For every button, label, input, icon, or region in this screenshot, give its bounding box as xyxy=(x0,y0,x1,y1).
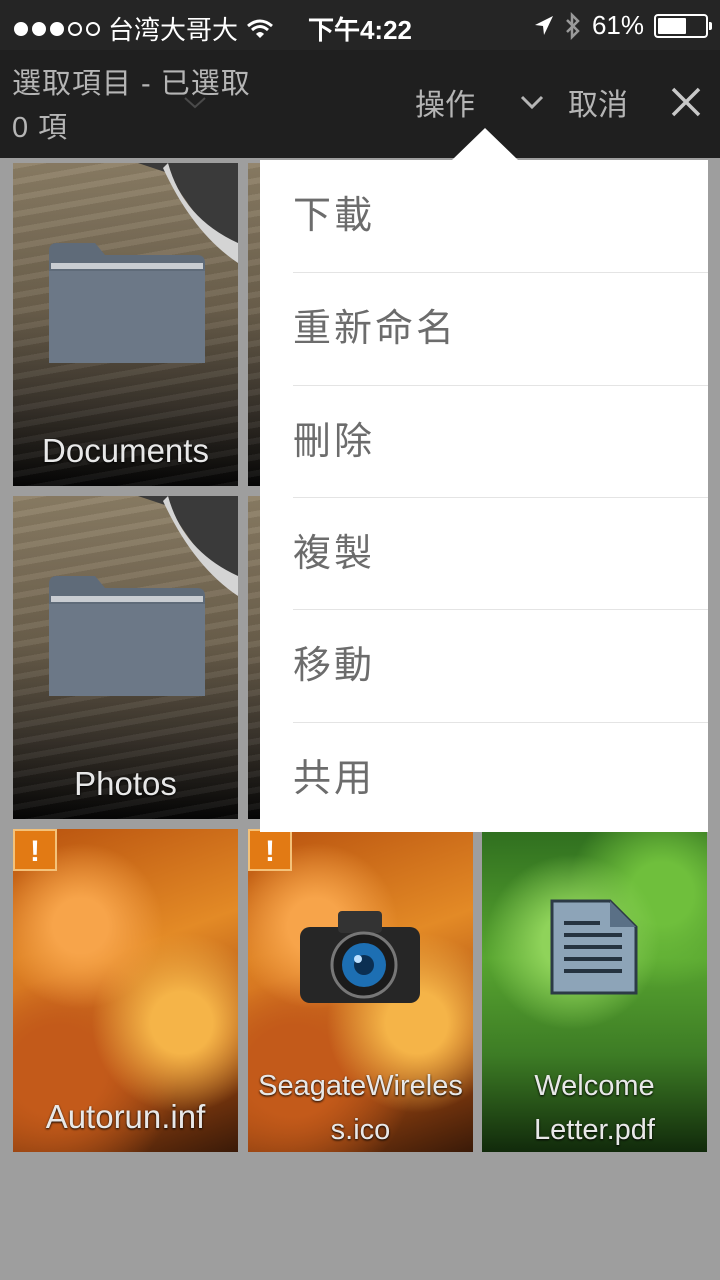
file-name: Documents xyxy=(42,432,209,469)
operations-menu: 下載 重新命名 刪除 複製 移動 共用 xyxy=(260,160,708,832)
menu-item-rename[interactable]: 重新命名 xyxy=(293,273,708,385)
warning-badge: ! xyxy=(248,829,292,871)
battery-icon xyxy=(654,13,712,38)
document-icon xyxy=(550,899,638,995)
location-arrow-icon xyxy=(534,15,553,35)
selection-title: 選取項目 - 已選取 0 項 xyxy=(12,68,251,144)
file-name: Welcome Letter.pdf xyxy=(534,1070,655,1146)
file-name: Photos xyxy=(74,765,177,802)
folder-tile-photos[interactable]: Photos xyxy=(13,496,238,819)
menu-item-copy[interactable]: 複製 xyxy=(293,498,708,610)
operations-button[interactable]: 操作 xyxy=(415,80,475,124)
file-name: SeagateWireless.ico xyxy=(258,1070,463,1146)
chevron-down-icon[interactable] xyxy=(182,92,208,112)
warning-badge: ! xyxy=(13,829,57,871)
file-name: Autorun.inf xyxy=(45,1098,206,1135)
folder-icon xyxy=(49,576,205,696)
menu-pointer xyxy=(452,128,518,160)
menu-item-delete[interactable]: 刪除 xyxy=(293,386,708,498)
menu-item-share[interactable]: 共用 xyxy=(293,723,708,835)
selection-toolbar: 選取項目 - 已選取 0 項 操作 取消 xyxy=(0,50,720,160)
cancel-button[interactable]: 取消 xyxy=(568,80,628,124)
status-bar: 台湾大哥大 下午4:22 61% xyxy=(0,0,720,50)
file-tile-welcome-letter[interactable]: Welcome Letter.pdf xyxy=(482,829,707,1152)
file-tile-autorun[interactable]: ! Autorun.inf xyxy=(13,829,238,1152)
close-icon[interactable] xyxy=(668,84,704,120)
battery-percent: 61% xyxy=(591,10,644,40)
menu-item-move[interactable]: 移動 xyxy=(293,610,708,722)
file-tile-seagate-ico[interactable]: ! SeagateWireless.ico xyxy=(248,829,473,1152)
camera-icon xyxy=(300,911,420,1003)
menu-item-download[interactable]: 下載 xyxy=(293,160,708,272)
folder-tile-documents[interactable]: Documents xyxy=(13,163,238,486)
bluetooth-icon xyxy=(566,11,580,40)
operations-chevron-icon[interactable] xyxy=(518,88,546,116)
folder-icon xyxy=(49,243,205,363)
